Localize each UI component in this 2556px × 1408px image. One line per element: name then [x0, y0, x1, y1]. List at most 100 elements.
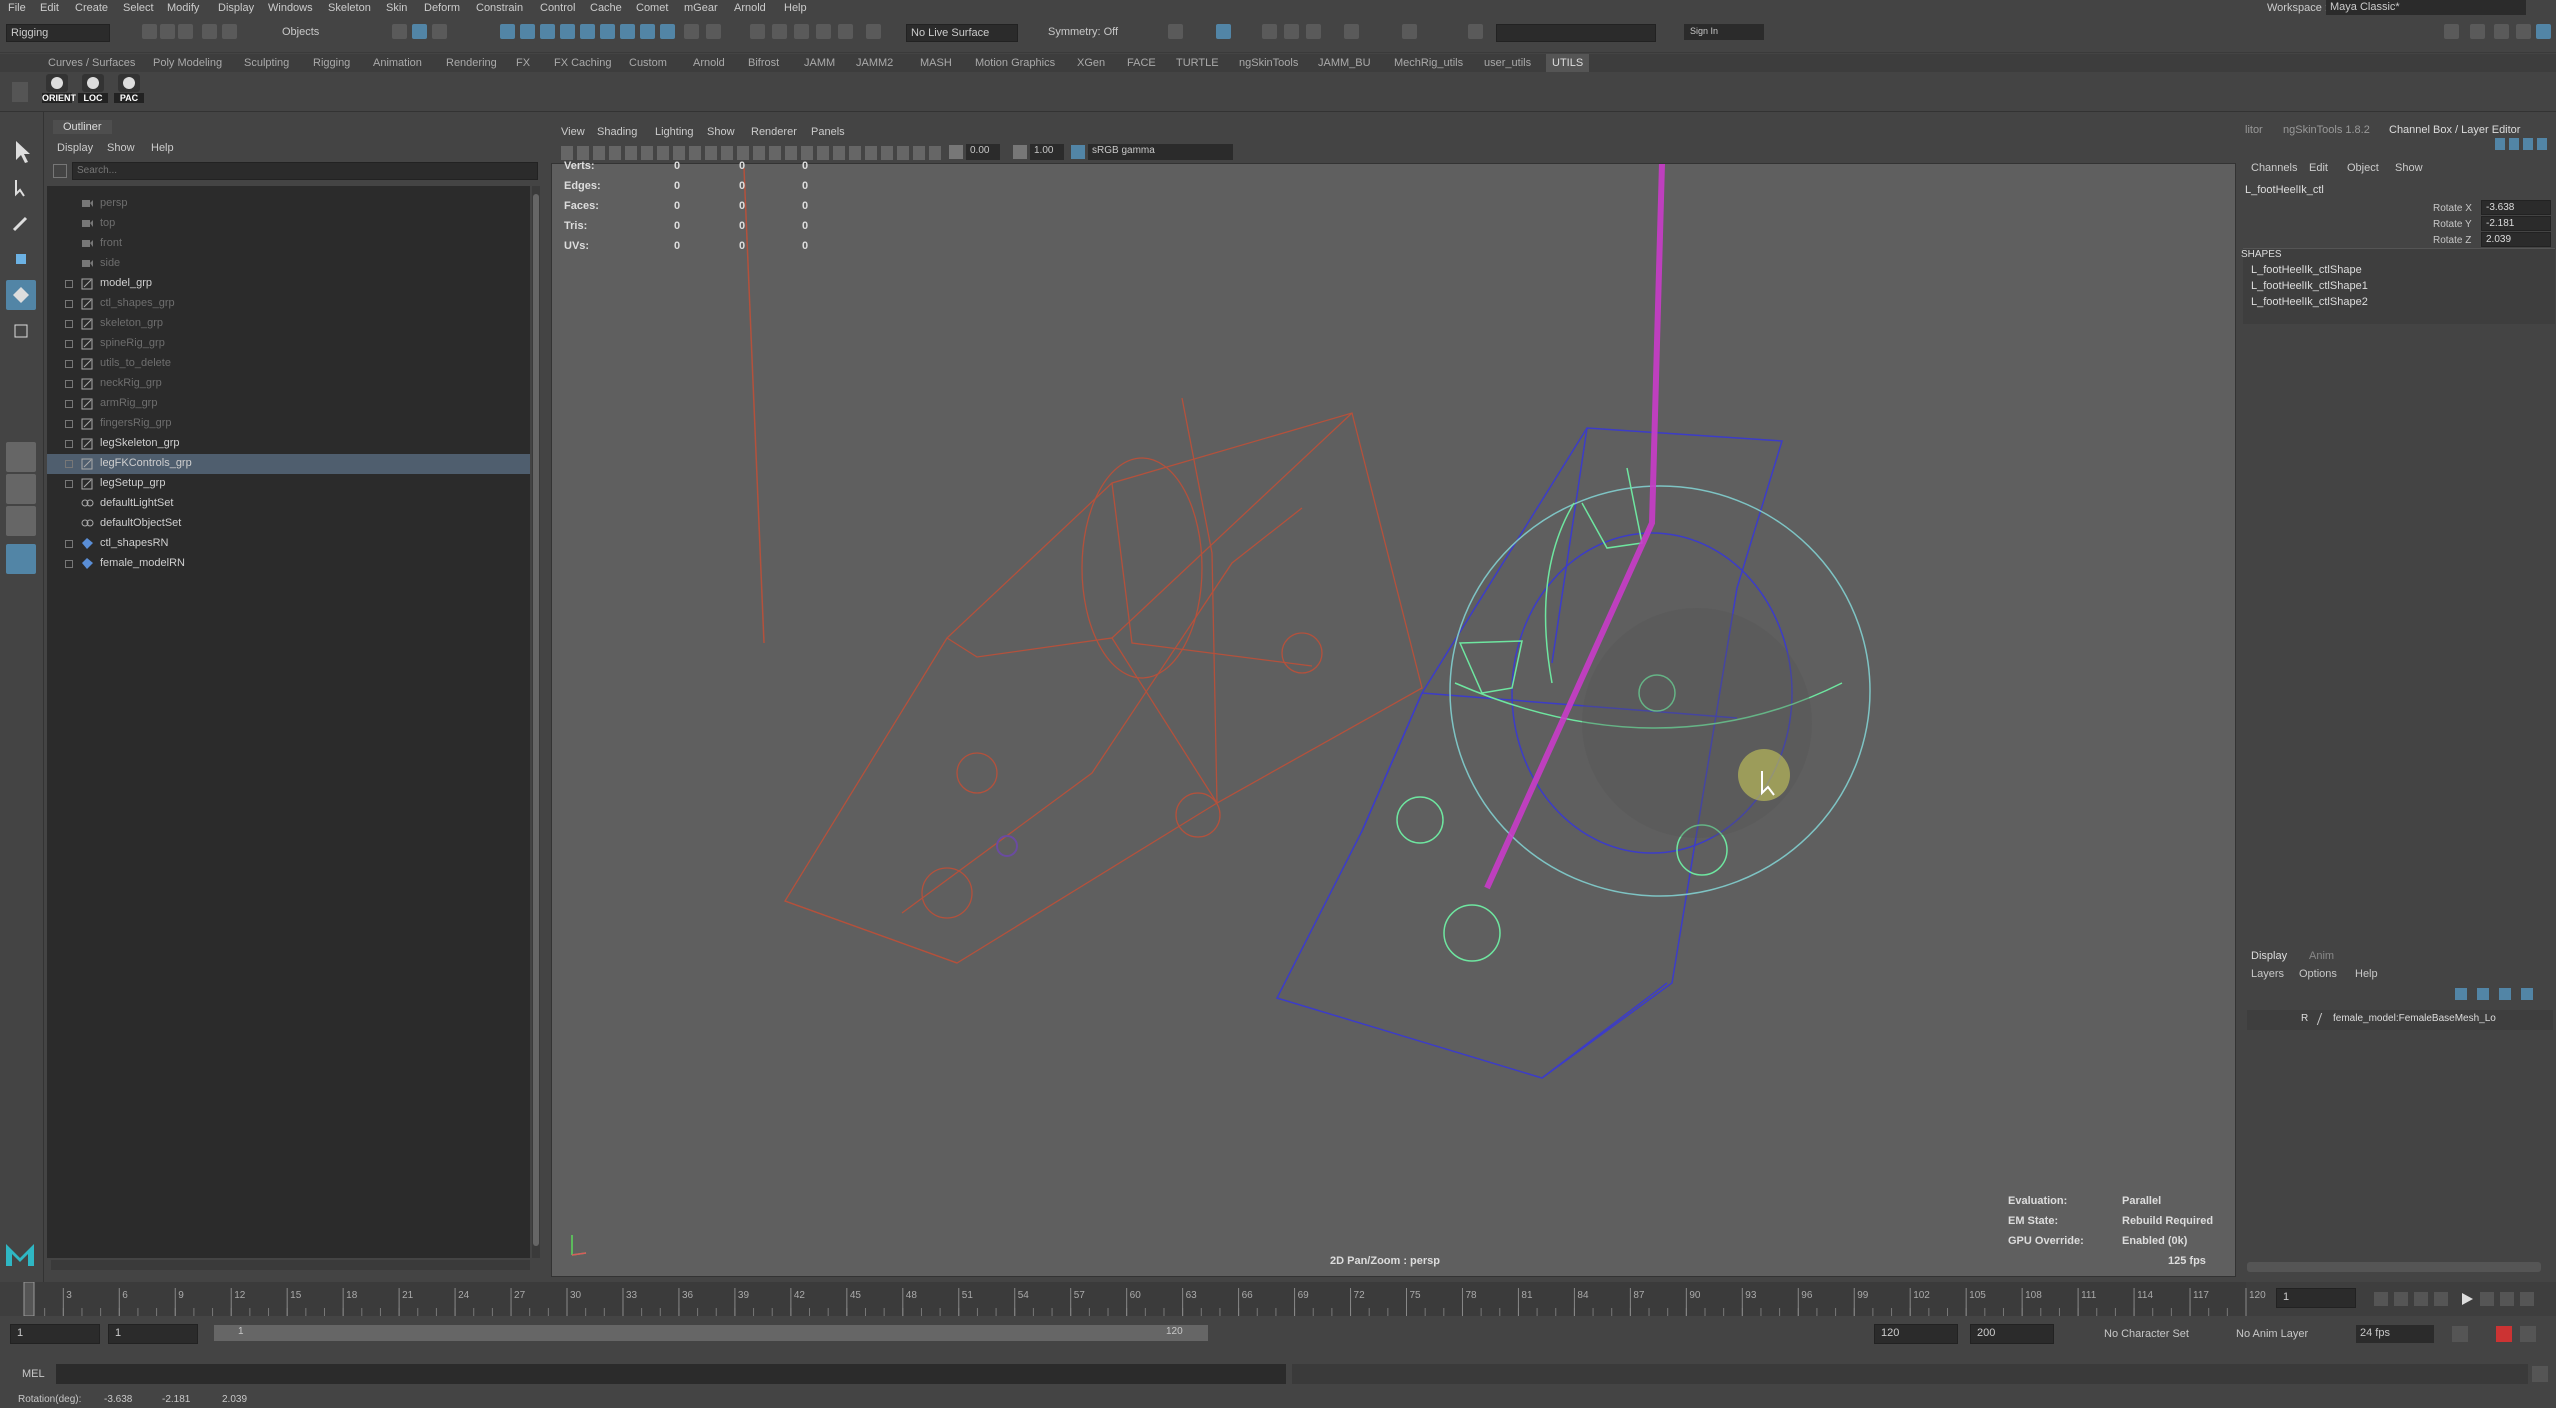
shelf-tab[interactable]: MASH: [920, 57, 952, 69]
shelf-tab[interactable]: JAMM2: [856, 57, 893, 69]
outliner-item[interactable]: ctl_shapes_grp: [47, 294, 530, 314]
lasso-tool-icon[interactable]: [6, 172, 36, 202]
mask-deformer-icon[interactable]: [560, 24, 575, 39]
ngskintools-tab[interactable]: ngSkinTools 1.8.2: [2283, 124, 2370, 136]
expand-toggle-icon[interactable]: [65, 420, 73, 428]
shelf-tab-active[interactable]: UTILS: [1546, 54, 1590, 72]
snap-point-icon[interactable]: [794, 24, 809, 39]
step-forward-key-icon[interactable]: [2500, 1292, 2514, 1306]
anim-layer-dropdown[interactable]: No Anim Layer: [2236, 1328, 2308, 1340]
play-forwards-icon[interactable]: [2460, 1292, 2474, 1306]
layer-buttons-icons[interactable]: [2455, 988, 2541, 1000]
menu-constrain[interactable]: Constrain: [476, 2, 523, 14]
step-back-frame-icon[interactable]: [2414, 1292, 2428, 1306]
hypershade-icon[interactable]: [1262, 24, 1277, 39]
outliner-item[interactable]: skeleton_grp: [47, 314, 530, 334]
menu-help[interactable]: Help: [784, 2, 807, 14]
cb-attr-name[interactable]: Rotate Z: [2433, 235, 2471, 246]
expand-toggle-icon[interactable]: [65, 540, 73, 548]
layer-row[interactable]: R female_model:FemaleBaseMesh_Lo: [2247, 1010, 2553, 1030]
vp-menu-view[interactable]: View: [561, 126, 585, 138]
menu-skin[interactable]: Skin: [386, 2, 407, 14]
shelf-tab[interactable]: FX: [516, 57, 530, 69]
highlight-selection-icon[interactable]: [706, 24, 721, 39]
make-live-icon[interactable]: [866, 24, 881, 39]
tool-settings-icon[interactable]: [2470, 24, 2485, 39]
layer-tab-anim[interactable]: Anim: [2309, 950, 2334, 962]
shelf-tab[interactable]: XGen: [1077, 57, 1105, 69]
cb-rotate-x-field[interactable]: -3.638: [2481, 200, 2551, 215]
shelf-tab[interactable]: Curves / Surfaces: [48, 57, 135, 69]
script-editor-icon[interactable]: [2532, 1366, 2548, 1382]
persp-outliner-layout-icon[interactable]: [6, 506, 36, 536]
shelf-tab[interactable]: TURTLE: [1176, 57, 1219, 69]
search-options-icon[interactable]: [53, 164, 67, 178]
menu-cache[interactable]: Cache: [590, 2, 622, 14]
select-object-icon[interactable]: [412, 24, 427, 39]
shelf-tab[interactable]: user_utils: [1484, 57, 1531, 69]
shelf-tab[interactable]: Animation: [373, 57, 422, 69]
cb-shape-item[interactable]: L_footHeelIk_ctlShape2: [2251, 296, 2368, 308]
go-to-end-icon[interactable]: [2520, 1292, 2534, 1306]
outliner-item[interactable]: persp: [47, 194, 530, 214]
layer-menu-help[interactable]: Help: [2355, 968, 2378, 980]
colorspace-dropdown[interactable]: sRGB gamma: [1088, 144, 1233, 160]
step-forward-frame-icon[interactable]: [2480, 1292, 2494, 1306]
redo-icon[interactable]: [222, 24, 237, 39]
menuset-dropdown[interactable]: Rigging: [6, 24, 110, 42]
channel-box-tab[interactable]: Channel Box / Layer Editor: [2389, 124, 2520, 136]
menu-edit[interactable]: Edit: [40, 2, 59, 14]
outliner-menu-show[interactable]: Show: [107, 142, 135, 154]
shelf-tab[interactable]: Rendering: [446, 57, 497, 69]
outliner-item[interactable]: legSkeleton_grp: [47, 434, 530, 454]
shelf-tab[interactable]: ngSkinTools: [1239, 57, 1298, 69]
render-view-icon[interactable]: [1216, 24, 1231, 39]
shelf-menu-icon[interactable]: [12, 82, 28, 102]
channel-box-icon[interactable]: [2494, 24, 2509, 39]
custom-layout-icon[interactable]: [6, 544, 36, 574]
expand-toggle-icon[interactable]: [65, 440, 73, 448]
color-management-icon[interactable]: [1071, 145, 1085, 159]
step-back-key-icon[interactable]: [2394, 1292, 2408, 1306]
expand-toggle-icon[interactable]: [65, 360, 73, 368]
layer-menu-layers[interactable]: Layers: [2251, 968, 2284, 980]
paint-select-tool-icon[interactable]: [6, 208, 36, 238]
expand-toggle-icon[interactable]: [65, 460, 73, 468]
mask-joint-icon[interactable]: [500, 24, 515, 39]
gamma-field[interactable]: 1.00: [1030, 144, 1064, 160]
loc-button[interactable]: LOC: [78, 74, 108, 108]
anim-start-field[interactable]: 1: [10, 1324, 100, 1344]
shelf-tab[interactable]: Arnold: [693, 57, 725, 69]
mask-locator-icon[interactable]: [640, 24, 655, 39]
render-current-frame-icon[interactable]: [1168, 24, 1183, 39]
menu-file[interactable]: File: [8, 2, 26, 14]
character-set-dropdown[interactable]: No Character Set: [2104, 1328, 2189, 1340]
expand-toggle-icon[interactable]: [65, 280, 73, 288]
single-perspective-layout-icon[interactable]: [6, 442, 36, 472]
layer-hscrollbar[interactable]: [2247, 1262, 2541, 1272]
vp-menu-show[interactable]: Show: [707, 126, 735, 138]
go-to-start-icon[interactable]: [2374, 1292, 2388, 1306]
live-surface-dropdown[interactable]: No Live Surface: [906, 24, 1018, 42]
menu-comet[interactable]: Comet: [636, 2, 668, 14]
shelf-tab[interactable]: Custom: [629, 57, 667, 69]
menu-control[interactable]: Control: [540, 2, 575, 14]
outliner-title[interactable]: Outliner: [53, 120, 112, 134]
move-tool-icon[interactable]: [6, 244, 36, 274]
outliner-menu-help[interactable]: Help: [151, 142, 174, 154]
exposure-icon[interactable]: [949, 145, 963, 159]
attribute-editor-icon[interactable]: [2444, 24, 2459, 39]
cb-rotate-y-field[interactable]: -2.181: [2481, 216, 2551, 231]
menu-display[interactable]: Display: [218, 2, 254, 14]
orient-button[interactable]: ORIENT: [42, 74, 76, 108]
preferences-icon[interactable]: [2520, 1326, 2536, 1342]
menu-select[interactable]: Select: [123, 2, 154, 14]
snap-grid-icon[interactable]: [750, 24, 765, 39]
cb-menu-show[interactable]: Show: [2395, 162, 2423, 174]
layout-icon[interactable]: [2536, 24, 2551, 39]
name-field[interactable]: [1496, 24, 1656, 42]
shelf-tab[interactable]: JAMM_BU: [1318, 57, 1371, 69]
time-ruler[interactable]: 1369121518212427303336394245485154576063…: [0, 1281, 2556, 1317]
snap-view-plane-icon[interactable]: [838, 24, 853, 39]
snap-projected-icon[interactable]: [816, 24, 831, 39]
